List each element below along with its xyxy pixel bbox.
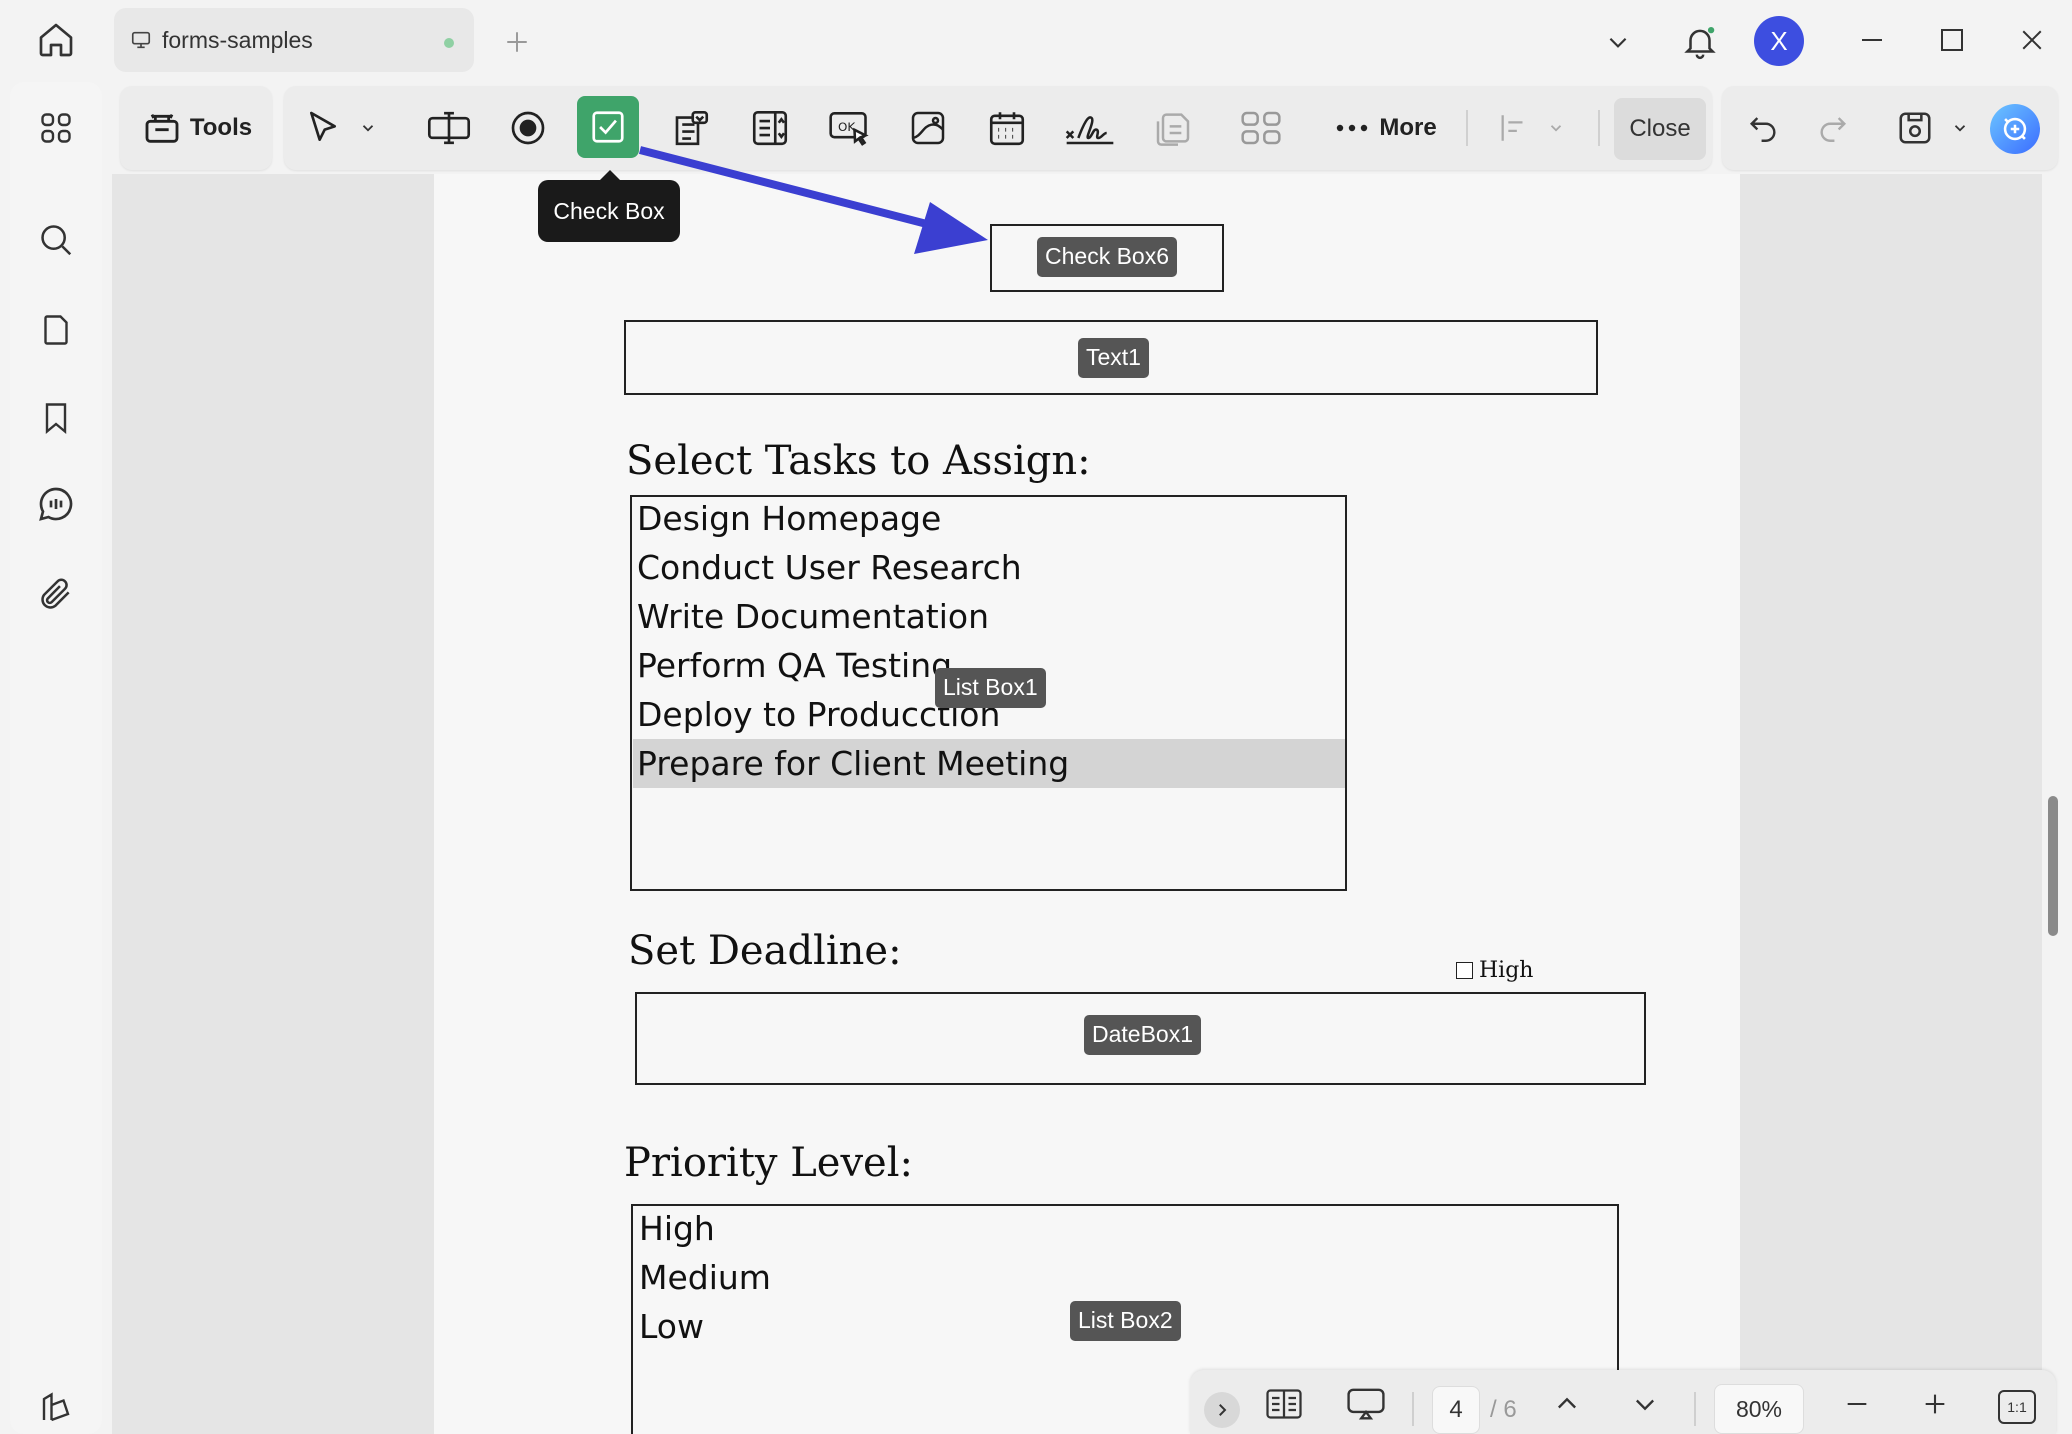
annotation-arrow <box>639 146 988 254</box>
list-item[interactable]: Medium <box>635 1253 1615 1302</box>
list-item[interactable]: Write Documentation <box>633 592 1345 641</box>
attachment-icon[interactable] <box>22 560 90 628</box>
actual-size-label: 1:1 <box>2007 1399 2027 1415</box>
bell-icon[interactable] <box>1672 14 1728 70</box>
next-page-chevron-down-icon[interactable] <box>1622 1380 1668 1428</box>
close-form-editing-button[interactable]: Close <box>1614 98 1706 160</box>
monitor-icon <box>130 29 152 51</box>
high-checkbox-text: High <box>1479 958 1534 983</box>
zoom-out-minus-icon[interactable] <box>1834 1380 1880 1428</box>
search-icon[interactable] <box>22 206 90 274</box>
unsaved-dot-icon <box>444 38 454 48</box>
datebox1-label: DateBox1 <box>1084 1015 1202 1055</box>
total-pages: / 6 <box>1490 1396 1517 1423</box>
left-sidebar <box>10 82 102 1434</box>
zoom-in-plus-icon[interactable] <box>1912 1380 1958 1428</box>
previous-page-chevron-up-icon[interactable] <box>1544 1380 1590 1428</box>
align-dropdown-chevron-icon[interactable] <box>1542 112 1570 144</box>
checkbox-icon <box>589 108 627 146</box>
actual-size-button[interactable]: 1:1 <box>1998 1390 2036 1424</box>
bookmark-icon[interactable] <box>22 384 90 452</box>
deadline-heading: Set Deadline: <box>628 928 902 974</box>
zoom-value: 80% <box>1735 1395 1783 1422</box>
align-left-icon[interactable] <box>1490 98 1538 158</box>
list-item-selected[interactable]: Prepare for Client Meeting <box>633 739 1345 788</box>
save-dropdown-chevron-icon[interactable] <box>1946 112 1974 144</box>
nav-divider <box>1412 1392 1414 1426</box>
pages-icon[interactable] <box>22 296 90 364</box>
avatar[interactable]: X <box>1754 16 1804 66</box>
home-icon[interactable] <box>24 12 88 68</box>
page-layout-icon[interactable] <box>1258 1380 1310 1428</box>
toolbar-divider <box>1598 110 1600 146</box>
nav-divider <box>1694 1392 1696 1426</box>
list-box2-label: List Box2 <box>1070 1301 1181 1341</box>
list-item[interactable]: High <box>635 1204 1615 1253</box>
document-tab[interactable]: forms-samples <box>114 8 474 72</box>
chevron-down-icon[interactable] <box>1594 18 1642 66</box>
text-field-icon[interactable] <box>420 98 478 158</box>
comment-icon[interactable] <box>22 470 90 538</box>
tasks-heading: Select Tasks to Assign: <box>626 438 1091 484</box>
signature-icon[interactable] <box>1057 98 1123 158</box>
theme-brush-icon[interactable] <box>22 1374 90 1434</box>
arrange-grid-icon[interactable] <box>1232 98 1290 158</box>
check-box6-label: Check Box6 <box>1037 237 1178 277</box>
text1-label: Text1 <box>1078 338 1149 378</box>
high-checkbox[interactable]: High <box>1456 958 1533 983</box>
close-label: Close <box>1629 115 1691 142</box>
tab-title: forms-samples <box>162 26 313 53</box>
pointer-dropdown-chevron-icon[interactable] <box>354 112 382 144</box>
presentation-icon[interactable] <box>1338 1380 1394 1428</box>
vertical-scrollbar-thumb[interactable] <box>2048 796 2058 936</box>
tools-button[interactable]: Tools <box>132 98 262 158</box>
more-label: More <box>1379 114 1437 141</box>
toolbar-divider <box>1466 110 1468 146</box>
radio-button-icon[interactable] <box>499 98 557 158</box>
tools-label: Tools <box>189 114 253 141</box>
duplicate-icon[interactable] <box>1144 98 1202 158</box>
priority-heading: Priority Level: <box>624 1140 913 1186</box>
undo-icon[interactable] <box>1734 98 1792 158</box>
current-page: 4 <box>1449 1396 1463 1423</box>
expand-chevron-icon[interactable] <box>1204 1392 1240 1428</box>
list-item[interactable]: Conduct User Research <box>633 543 1345 592</box>
tasks-list: Design Homepage Conduct User Research Wr… <box>633 494 1345 788</box>
page-number-input[interactable]: 4 <box>1432 1386 1480 1434</box>
minimize-icon[interactable] <box>1848 16 1896 64</box>
zoom-level-input[interactable]: 80% <box>1714 1384 1804 1434</box>
close-window-icon[interactable] <box>2008 16 2056 64</box>
more-dots-icon <box>1335 123 1369 133</box>
save-icon[interactable] <box>1886 98 1944 158</box>
list-item[interactable]: Design Homepage <box>633 494 1345 543</box>
redo-icon[interactable] <box>1804 98 1862 158</box>
ai-assistant-icon[interactable] <box>1990 104 2040 154</box>
apps-grid-icon[interactable] <box>22 94 90 162</box>
new-tab-plus-icon[interactable] <box>492 20 542 64</box>
select-pointer-icon[interactable] <box>294 98 352 158</box>
checkbox-square-icon <box>1456 962 1473 979</box>
more-button[interactable]: More <box>1322 98 1450 158</box>
avatar-letter: X <box>1770 25 1788 56</box>
list-box1-label: List Box1 <box>935 668 1046 708</box>
maximize-icon[interactable] <box>1928 16 1976 64</box>
toolbox-icon <box>142 108 182 148</box>
